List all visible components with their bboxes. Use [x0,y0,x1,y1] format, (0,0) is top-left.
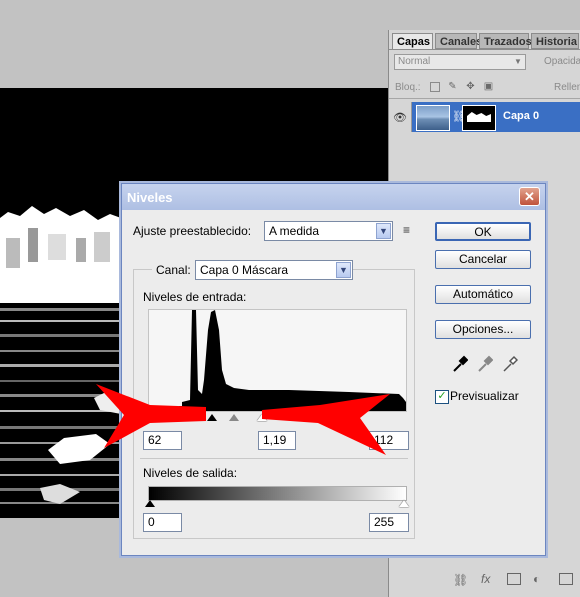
annotation-overlay [96,384,390,455]
left-red-arrow [96,384,206,448]
right-red-arrow [262,394,390,455]
